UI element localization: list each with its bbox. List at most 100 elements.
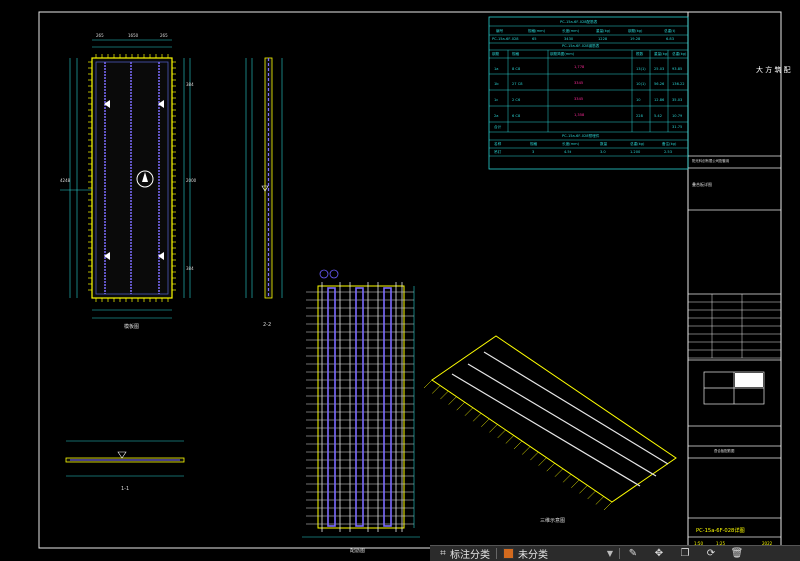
svg-text:总重(kg): 总重(kg) — [672, 51, 687, 56]
svg-text:4248: 4248 — [60, 178, 71, 183]
svg-text:6 C8: 6 C8 — [512, 114, 521, 118]
move-tool-button[interactable]: ✥ — [646, 546, 672, 561]
copy-tool-button[interactable]: ❐ — [672, 546, 698, 561]
svg-text:合计: 合计 — [494, 124, 502, 129]
svg-text:1650: 1650 — [128, 33, 139, 38]
svg-text:10(1): 10(1) — [636, 82, 646, 86]
plan-view: 265 1650 265 4248 384 2000 384 模板图 — [60, 33, 197, 330]
svg-text:35.03: 35.03 — [672, 98, 682, 102]
svg-text:PC-15a-6F-028: PC-15a-6F-028 — [492, 37, 519, 41]
svg-text:3: 3 — [532, 150, 534, 154]
svg-text:3345: 3345 — [574, 97, 583, 101]
svg-text:钢筋(kg): 钢筋(kg) — [628, 28, 643, 33]
annotation-label: 标注分类 — [450, 550, 490, 561]
svg-text:10.79: 10.79 — [672, 114, 683, 118]
svg-text:叠合板配筋图: 叠合板配筋图 — [714, 448, 735, 453]
svg-text:2000: 2000 — [186, 178, 197, 183]
svg-text:136.22: 136.22 — [672, 82, 685, 86]
svg-text:19.28: 19.28 — [630, 37, 641, 41]
svg-text:2.53: 2.53 — [664, 150, 672, 154]
svg-text:13(1): 13(1) — [636, 67, 646, 71]
svg-text:25.03: 25.03 — [654, 67, 664, 71]
svg-text:规格: 规格 — [530, 141, 538, 146]
svg-text:1,778: 1,778 — [574, 65, 585, 69]
svg-text:1-1: 1-1 — [121, 486, 129, 492]
section-2-2: 2-2 — [245, 57, 283, 328]
svg-text:27 C8: 27 C8 — [512, 82, 523, 86]
svg-text:重量(kg): 重量(kg) — [596, 28, 611, 33]
svg-text:2a: 2a — [494, 114, 499, 118]
edit-icon: ✎ — [628, 548, 638, 559]
svg-text:5.42: 5.42 — [654, 114, 662, 118]
status-toolbar: ⌗ 标注分类 未分类 ▼ ✎ ✥ ❐ ⟳ 🗑 — [430, 545, 800, 561]
svg-text:10: 10 — [636, 98, 641, 102]
svg-text:3430: 3430 — [564, 37, 574, 41]
svg-text:三维示意图: 三维示意图 — [540, 517, 565, 524]
svg-text:长度(mm): 长度(mm) — [562, 141, 580, 146]
svg-text:PC-15a-6F-028配筋表: PC-15a-6F-028配筋表 — [560, 19, 598, 24]
svg-text:配筋图: 配筋图 — [350, 547, 365, 554]
svg-text:93.85: 93.85 — [672, 67, 682, 71]
svg-text:8 C8: 8 C8 — [512, 67, 521, 71]
drawing-number: PC-15a-6F-028详图 — [696, 526, 745, 534]
svg-text:长度(mm): 长度(mm) — [562, 28, 580, 33]
title-block: 大 方 筑 配 阳光科创有限公司配套用 叠合板详图 叠合板配筋图 PC-15a-… — [688, 65, 791, 559]
svg-text:4.5t: 4.5t — [564, 150, 572, 154]
svg-text:1a: 1a — [494, 67, 499, 71]
svg-text:56.26: 56.26 — [654, 82, 665, 86]
svg-text:重量(kg): 重量(kg) — [654, 51, 669, 56]
rotate-icon: ⟳ — [706, 548, 716, 559]
svg-text:1,358: 1,358 — [574, 113, 585, 117]
svg-text:65: 65 — [532, 37, 537, 41]
chevron-down-icon: ▼ — [606, 549, 613, 558]
annotation-icon: ⌗ — [440, 548, 446, 559]
svg-text:3345: 3345 — [574, 81, 583, 85]
svg-text:2 C6: 2 C6 — [512, 98, 521, 102]
rebar-schedule-table: PC-15a-6F-028配筋表 编号 规格(mm) 长度(mm) 重量(kg)… — [488, 16, 689, 170]
copy-icon: ❐ — [680, 548, 690, 559]
layer-label: 未分类 — [518, 550, 548, 561]
svg-text:384: 384 — [186, 82, 194, 87]
annotation-category[interactable]: ⌗ 标注分类 — [430, 546, 496, 561]
plan-view-label: 模板图 — [124, 323, 139, 330]
svg-text:2-2: 2-2 — [263, 322, 271, 328]
delete-tool-button[interactable]: 🗑 — [724, 546, 750, 561]
svg-text:规格: 规格 — [512, 51, 520, 56]
layer-select[interactable]: 未分类 ▼ — [497, 546, 619, 561]
svg-text:31.75: 31.75 — [672, 125, 682, 129]
svg-text:规格(mm): 规格(mm) — [528, 28, 546, 33]
trash-icon: 🗑 — [730, 548, 744, 559]
svg-text:265: 265 — [96, 33, 104, 38]
svg-text:吊钉: 吊钉 — [494, 149, 502, 154]
svg-text:12.86: 12.86 — [654, 98, 665, 102]
svg-text:6.83: 6.83 — [666, 37, 674, 41]
svg-text:265: 265 — [160, 33, 168, 38]
svg-text:根数: 根数 — [636, 51, 644, 56]
svg-text:阳光科创有限公司配套用: 阳光科创有限公司配套用 — [692, 158, 729, 163]
svg-text:1b: 1b — [494, 82, 499, 86]
svg-text:1c: 1c — [494, 98, 498, 102]
section-1-1: 1-1 — [65, 440, 185, 492]
svg-text:钢筋: 钢筋 — [492, 51, 500, 56]
svg-text:数量: 数量 — [600, 141, 608, 146]
svg-text:钢筋简图(mm): 钢筋简图(mm) — [550, 51, 575, 56]
svg-text:备注(kg): 备注(kg) — [662, 141, 677, 146]
rebar-plan-view: 配筋图 — [302, 269, 420, 554]
svg-text:编号: 编号 — [496, 28, 504, 33]
svg-text:名称: 名称 — [494, 141, 502, 146]
company-name: 大 方 筑 配 — [756, 65, 791, 74]
cad-drawing-canvas[interactable]: 265 1650 265 4248 384 2000 384 模板图 2-2 1… — [0, 0, 800, 560]
svg-text:1.200: 1.200 — [630, 150, 641, 154]
svg-text:1228: 1228 — [598, 37, 608, 41]
svg-text:384: 384 — [186, 266, 194, 271]
svg-text:总重(kg): 总重(kg) — [630, 141, 645, 146]
svg-text:总重(t): 总重(t) — [664, 28, 676, 33]
svg-text:PC-15a-6F-028预埋件: PC-15a-6F-028预埋件 — [562, 133, 600, 138]
edit-tool-button[interactable]: ✎ — [620, 546, 646, 561]
svg-text:3.0: 3.0 — [600, 150, 606, 154]
layer-color-swatch — [503, 548, 514, 559]
svg-text:228: 228 — [636, 114, 644, 118]
svg-text:叠合板详图: 叠合板详图 — [692, 181, 712, 187]
rotate-tool-button[interactable]: ⟳ — [698, 546, 724, 561]
svg-text:PC-15a-6F-028钢筋表: PC-15a-6F-028钢筋表 — [562, 43, 600, 48]
